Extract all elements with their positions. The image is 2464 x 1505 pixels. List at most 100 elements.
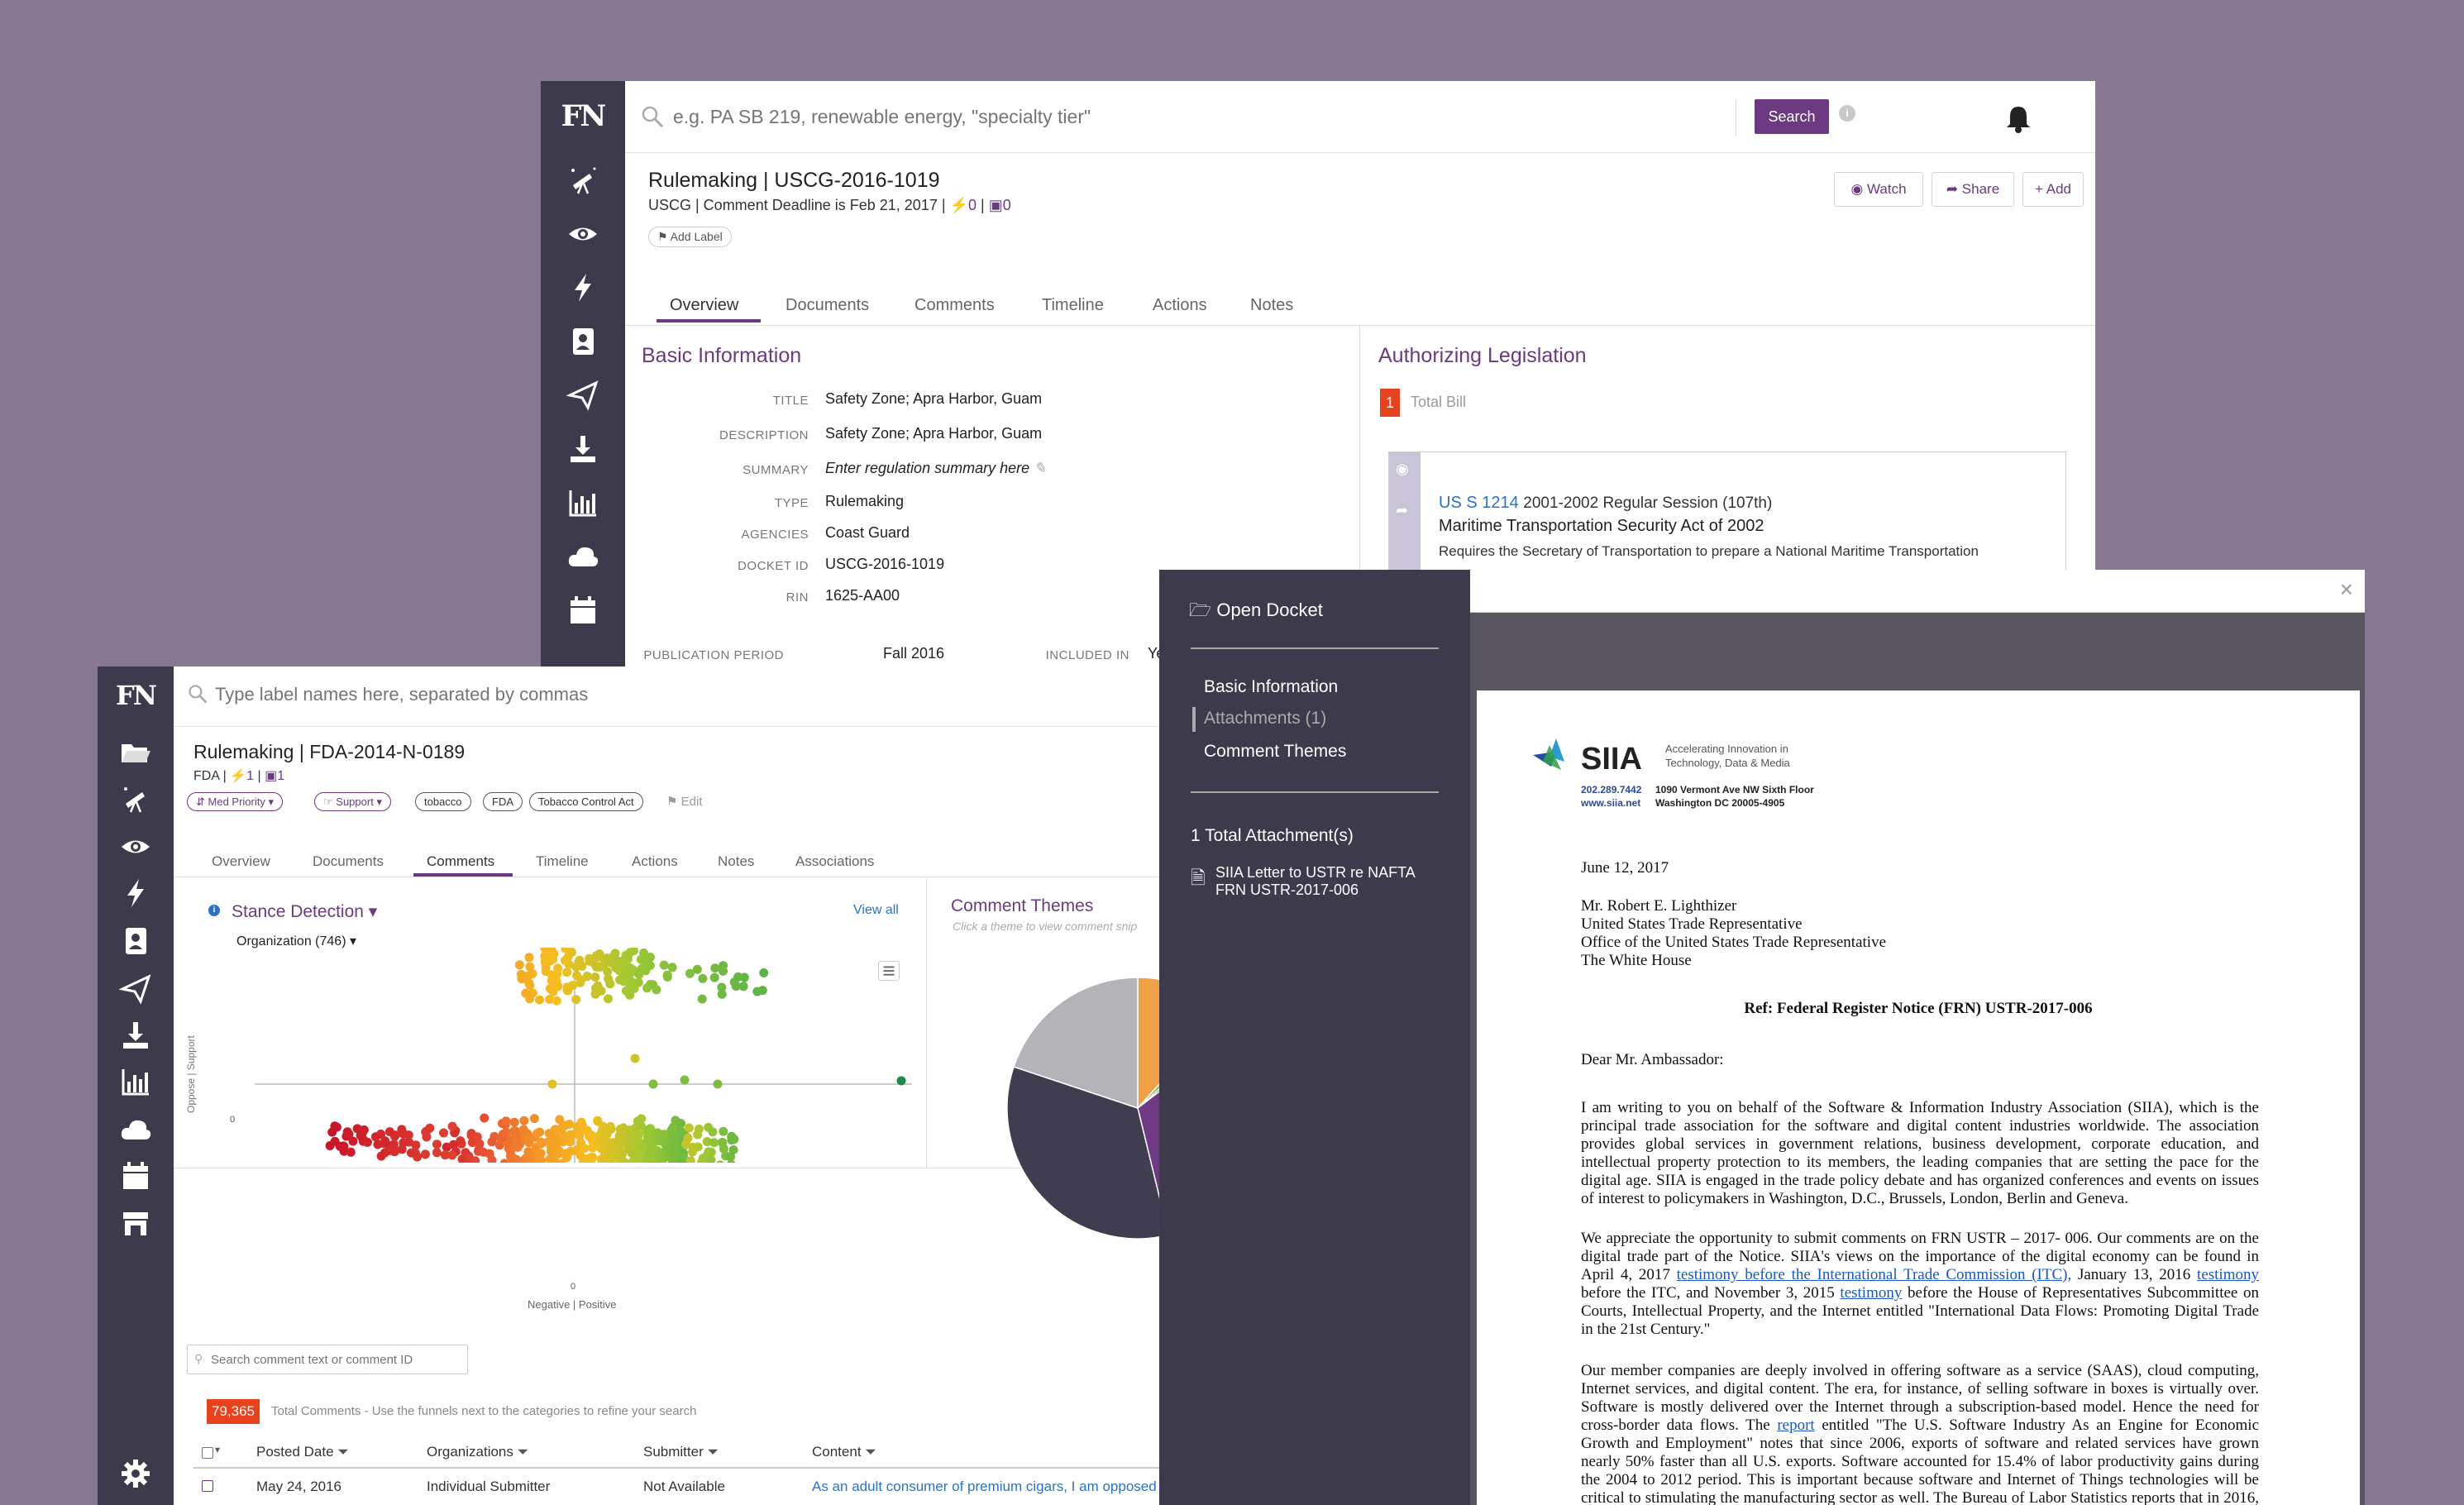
close-icon[interactable]: × (2340, 576, 2353, 603)
store-icon[interactable] (119, 1207, 152, 1240)
lightning-icon[interactable] (566, 271, 599, 304)
fn-logo[interactable]: FN (541, 99, 625, 133)
search-button[interactable]: Search (1755, 99, 1829, 134)
themes-pie-chart[interactable] (1005, 976, 1172, 1240)
row-checkbox[interactable] (202, 1480, 213, 1492)
open-docket-link[interactable]: 🗁 Open Docket (1189, 596, 1323, 628)
download-icon[interactable] (566, 432, 599, 466)
siia-tagline: Accelerating Innovation in Technology, Da… (1665, 742, 1790, 770)
note-count-fda[interactable]: 1 (277, 769, 284, 783)
cloud-icon-fda[interactable] (119, 1113, 152, 1146)
fn-logo-fda[interactable]: FN (98, 680, 174, 711)
edit-labels-link[interactable]: ⚑ Edit (666, 794, 702, 809)
stance-info-icon[interactable]: i (208, 905, 220, 916)
contacts-icon-fda[interactable] (119, 924, 152, 958)
share-button[interactable]: ➦ Share (1932, 172, 2014, 207)
tab-comments-fda[interactable]: Comments (427, 853, 494, 870)
col-posted-date[interactable]: Posted Date ⏷ (256, 1444, 349, 1460)
tab-documents[interactable]: Documents (786, 296, 869, 315)
bar-chart-icon[interactable] (566, 486, 599, 519)
bill-eye-icon[interactable]: ◉ (1396, 461, 1409, 478)
tab-timeline-fda[interactable]: Timeline (536, 853, 589, 870)
select-all-checkbox[interactable] (202, 1447, 213, 1459)
stance-heading[interactable]: Stance Detection ▾ (232, 901, 377, 922)
bell-icon[interactable] (2004, 104, 2032, 134)
organization-filter[interactable]: Organization (746) ▾ (236, 933, 356, 949)
lightning-count[interactable]: 0 (968, 197, 977, 213)
folder-icon[interactable] (119, 736, 152, 769)
tab-notes-fda[interactable]: Notes (718, 853, 754, 870)
tab-actions[interactable]: Actions (1153, 296, 1207, 315)
col-submitter[interactable]: Submitter ⏷ (643, 1444, 719, 1460)
send-icon[interactable] (566, 379, 599, 412)
tab-overview-fda[interactable]: Overview (212, 853, 270, 870)
add-label-button[interactable]: ⚑ Add Label (648, 227, 732, 247)
lightning-count-fda[interactable]: 1 (246, 769, 254, 783)
pencil-icon[interactable]: ✎ (1034, 460, 1046, 476)
comment-search-input[interactable] (211, 1349, 459, 1370)
global-search-input[interactable] (673, 99, 1401, 134)
cloud-icon[interactable] (566, 540, 599, 573)
label-tobacco-control-act[interactable]: Tobacco Control Act (529, 792, 643, 811)
lightning-icon-fda[interactable] (119, 877, 152, 910)
tab-documents-fda[interactable]: Documents (313, 853, 384, 870)
send-icon-fda[interactable] (118, 972, 152, 1006)
tab-actions-fda[interactable]: Actions (632, 853, 678, 870)
settings-gear-icon[interactable] (119, 1457, 152, 1490)
calendar-icon[interactable] (566, 594, 599, 627)
label-search-input[interactable] (215, 680, 794, 710)
nav-attachments[interactable]: Attachments (1) (1204, 709, 1326, 729)
select-all-dropdown-icon[interactable]: ▾ (215, 1444, 220, 1455)
nav-comment-themes[interactable]: Comment Themes (1204, 742, 1346, 762)
eye-icon-fda[interactable] (119, 830, 152, 863)
p2-link-itc[interactable]: testimony before the International Trade… (1677, 1266, 2072, 1283)
field-value-summary[interactable]: Enter regulation summary here ✎ (825, 460, 1046, 477)
filter-icon[interactable]: ⏷ (337, 1444, 349, 1460)
row-content-link[interactable]: As an adult consumer of premium cigars, … (812, 1479, 1157, 1495)
tab-comments[interactable]: Comments (914, 296, 995, 315)
filter-icon[interactable]: ⏷ (865, 1444, 876, 1460)
calendar-icon-fda[interactable] (119, 1159, 152, 1192)
attachment-link[interactable]: SIIA Letter to USTR re NAFTA FRN USTR-20… (1215, 864, 1439, 899)
col-content[interactable]: Content ⏷ (812, 1444, 876, 1460)
filter-icon[interactable]: ⏷ (518, 1444, 529, 1460)
p3-link-report[interactable]: report (1777, 1417, 1814, 1434)
label-support[interactable]: ☞ Support ▾ (314, 792, 391, 811)
page-title-fda: Rulemaking | FDA-2014-N-0189 (193, 741, 466, 762)
p2-link-testimony-2[interactable]: testimony (1840, 1284, 1902, 1302)
contacts-icon[interactable] (566, 325, 599, 358)
watch-button[interactable]: ◉ Watch (1834, 172, 1923, 207)
add-button[interactable]: + Add (2022, 172, 2084, 207)
info-icon[interactable]: i (1839, 105, 1855, 122)
nav-basic-information[interactable]: Basic Information (1204, 677, 1338, 697)
download-icon-fda[interactable] (119, 1019, 152, 1052)
tab-overview[interactable]: Overview (670, 296, 738, 315)
pie-slices[interactable] (1006, 977, 1172, 1240)
scatter-point (517, 974, 527, 984)
bill-link[interactable]: US S 1214 (1439, 494, 1519, 512)
label-tobacco[interactable]: tobacco (415, 792, 471, 811)
bill-share-icon[interactable]: ➦ (1396, 502, 1408, 519)
comment-search[interactable]: ⚲ (187, 1345, 468, 1374)
col-organizations[interactable]: Organizations ⏷ (427, 1444, 528, 1460)
tab-associations-fda[interactable]: Associations (795, 853, 874, 870)
scatter-point (529, 1114, 539, 1124)
filter-icon[interactable]: ⏷ (707, 1444, 719, 1460)
label-med-priority[interactable]: ⇵ Med Priority ▾ (187, 792, 284, 811)
bar-chart-icon-fda[interactable] (119, 1065, 152, 1098)
scatter-point (680, 1075, 690, 1085)
table-row[interactable]: May 24, 2016 Individual Submitter Not Av… (193, 1469, 1172, 1505)
scatter-point (616, 1136, 626, 1146)
tab-notes[interactable]: Notes (1250, 296, 1293, 315)
note-count[interactable]: 0 (1003, 197, 1011, 213)
telescope-icon-fda[interactable] (119, 782, 152, 815)
tab-timeline[interactable]: Timeline (1042, 296, 1104, 315)
folder-open-icon: 🗁 (1189, 600, 1212, 620)
telescope-icon[interactable] (566, 164, 599, 197)
eye-icon[interactable] (566, 217, 599, 251)
stance-view-all[interactable]: View all (853, 903, 899, 918)
scatter-point (670, 1145, 680, 1154)
label-fda[interactable]: FDA (483, 792, 523, 811)
p2-link-testimony-1[interactable]: testimony (2197, 1266, 2259, 1283)
lightning-count-icon: ⚡ (949, 197, 968, 213)
